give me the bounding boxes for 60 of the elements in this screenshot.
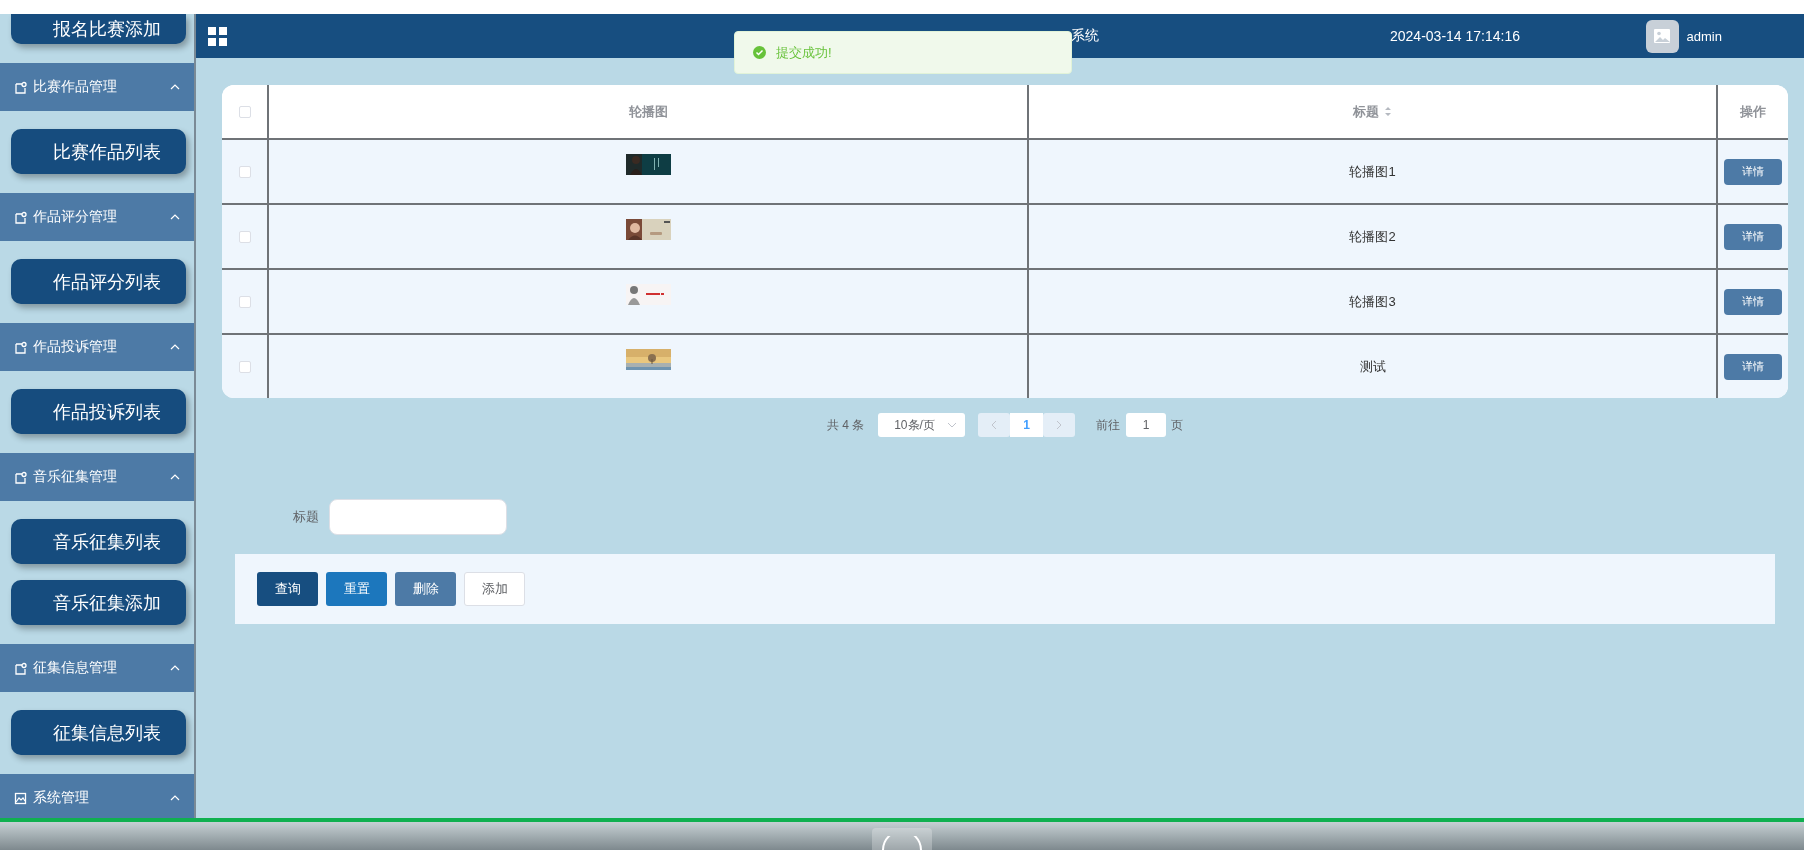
menu-group-header[interactable]: 比赛作品管理 (0, 63, 194, 111)
toast-message: 提交成功! (776, 43, 832, 62)
details-button[interactable]: 详情 (1724, 158, 1782, 185)
checkbox[interactable] (238, 105, 251, 118)
avatar[interactable] (1645, 19, 1679, 53)
delete-button[interactable]: 删除 (395, 572, 456, 606)
details-button[interactable]: 详情 (1724, 353, 1782, 380)
menu-group-header[interactable]: 音乐征集管理 (0, 453, 194, 501)
datetime-text: 2024-03-14 17:14:16 (1390, 28, 1520, 44)
user-name: admin (1686, 28, 1722, 44)
details-button[interactable]: 详情 (1724, 288, 1782, 315)
goto-label: 前往 (1096, 416, 1121, 434)
caret-icon (947, 422, 958, 428)
checkbox[interactable] (238, 165, 251, 178)
chevron-icon (991, 420, 998, 430)
checkbox[interactable] (238, 230, 251, 243)
image-icon (14, 791, 27, 805)
page-input[interactable]: 1 (1126, 413, 1167, 437)
chevron-icon (1056, 420, 1063, 430)
table-cell: 轮播图2 (1349, 227, 1396, 246)
menu-group-header[interactable]: 作品评分管理 (0, 193, 194, 241)
search-field[interactable] (329, 499, 507, 535)
document-icon (14, 340, 27, 354)
document-icon (14, 80, 27, 94)
document-icon (14, 470, 27, 484)
menu-button[interactable]: 作品评分列表 (11, 259, 186, 304)
menu-button[interactable]: 音乐征集列表 (11, 519, 186, 564)
reset-button[interactable]: 重置 (326, 572, 387, 606)
table-cell: 轮播图1 (1349, 162, 1396, 181)
details-button[interactable]: 详情 (1724, 223, 1782, 250)
checkbox[interactable] (238, 360, 251, 373)
column-header[interactable]: 标题 (1353, 102, 1379, 121)
add-button[interactable]: 添加 (464, 572, 525, 606)
column-header: 操作 (1740, 102, 1766, 121)
menu-icon (208, 26, 227, 46)
next-button[interactable] (1043, 413, 1076, 437)
image-icon (1653, 28, 1672, 44)
field-label: 标题 (293, 508, 319, 526)
search-button[interactable]: 查询 (257, 572, 318, 606)
page-size-select[interactable]: 10条/页 (878, 413, 966, 437)
app-title: 系统 (1071, 27, 1099, 43)
page-suffix: 页 (1171, 416, 1184, 434)
checkbox[interactable] (238, 295, 251, 308)
menu-button[interactable]: 征集信息列表 (11, 710, 186, 755)
prev-button[interactable] (978, 413, 1011, 437)
menu-button[interactable]: 音乐征集添加 (11, 580, 186, 625)
page-button[interactable]: 1 (1010, 413, 1044, 437)
document-icon (14, 661, 27, 675)
success-icon (753, 46, 766, 59)
column-header: 轮播图 (628, 102, 668, 121)
document-icon (14, 210, 27, 224)
menu-group-header[interactable]: 征集信息管理 (0, 644, 194, 692)
table-cell: 轮播图3 (1349, 292, 1396, 311)
menu-button[interactable]: 作品投诉列表 (11, 389, 186, 434)
menu-button[interactable]: 报名比赛添加 (11, 14, 186, 44)
table-cell: 测试 (1359, 357, 1386, 376)
total-count: 共 4 条 (826, 416, 865, 434)
menu-group-header[interactable]: 作品投诉管理 (0, 323, 194, 371)
round-button[interactable] (872, 828, 932, 850)
menu-button[interactable]: 比赛作品列表 (11, 129, 186, 174)
